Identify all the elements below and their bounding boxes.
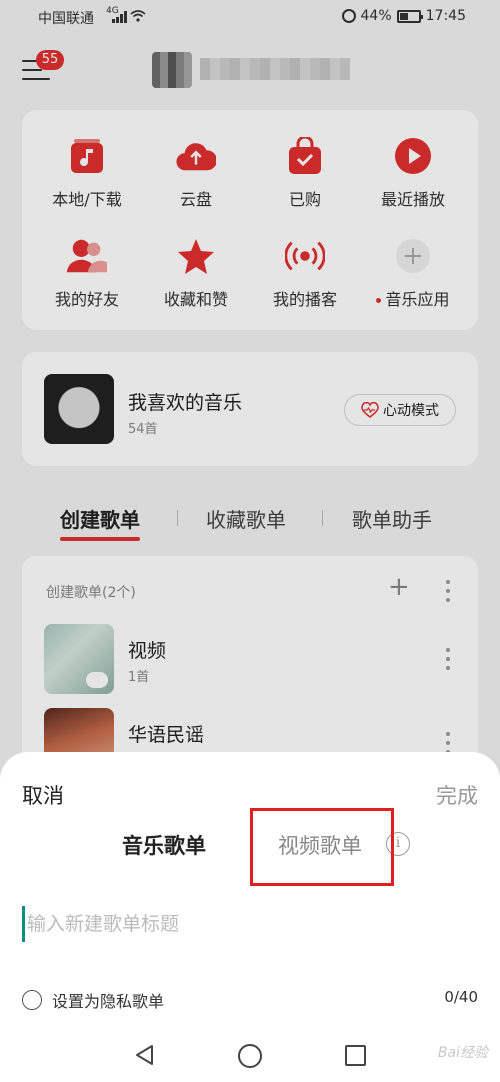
private-playlist-option[interactable]: 设置为隐私歌单 — [22, 988, 164, 1012]
cancel-button[interactable]: 取消 — [22, 780, 64, 810]
back-icon[interactable] — [134, 1044, 154, 1066]
segment-music-playlist[interactable]: 音乐歌单 — [122, 830, 206, 860]
system-nav-bar: Bai经验 — [0, 1028, 500, 1082]
watermark: Bai经验 — [437, 1045, 488, 1061]
privacy-label: 设置为隐私歌单 — [52, 992, 165, 1011]
title-char-counter: 0/40 — [444, 988, 478, 1006]
playlist-title-input[interactable] — [22, 906, 478, 942]
annotation-highlight-box — [250, 808, 394, 886]
done-button[interactable]: 完成 — [436, 780, 478, 810]
home-icon[interactable] — [238, 1044, 262, 1068]
privacy-radio[interactable] — [22, 990, 42, 1010]
recents-icon[interactable] — [345, 1045, 366, 1066]
